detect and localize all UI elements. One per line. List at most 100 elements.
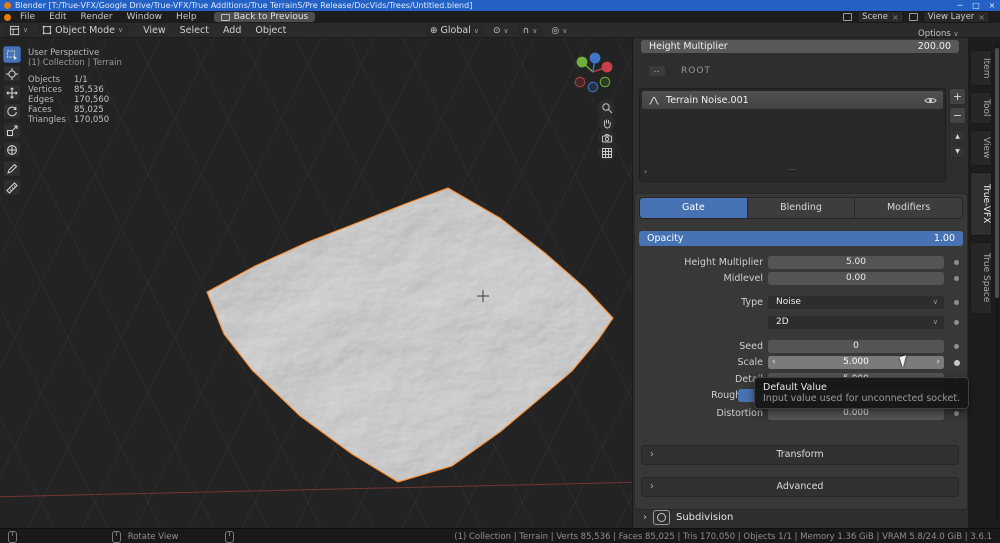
axis-y-ball[interactable] [576,56,588,68]
tab-tool[interactable]: Tool [970,92,992,124]
menu-view[interactable]: View [136,25,173,36]
decorator-dot[interactable] [954,300,959,305]
move-layer-up-button[interactable]: ▲ [949,130,966,143]
stat-faces: Faces 85,025 [28,105,104,115]
decorator-dot[interactable] [954,276,959,281]
scrollbar-thumb[interactable] [995,48,999,298]
tooltip-body: Input value used for unconnected socket. [763,393,961,404]
breadcrumb-back-button[interactable]: ‥ [649,66,665,76]
seed-field[interactable]: 0 [768,340,944,353]
height-multiplier-top-slider[interactable]: Height Multiplier 200.00 [641,40,959,53]
viewport-header: ∨ Object Mode ∨ View Select Add Object ⊕… [0,23,1000,38]
section-advanced[interactable]: › Advanced [641,477,959,497]
dimension-dropdown[interactable]: 2D ∨ [768,316,944,329]
editor-type-selector[interactable]: ∨ [4,23,34,37]
midlevel-field[interactable]: 0.00 [768,272,944,285]
blender-menu-icon[interactable] [4,13,11,21]
menu-help[interactable]: Help [169,11,204,23]
add-layer-button[interactable]: + [949,88,966,105]
tab-item[interactable]: Item [970,50,992,86]
close-button[interactable]: × [984,0,1000,11]
orientation-selector[interactable]: ⊕ Global ∨ [425,24,484,37]
section-transform[interactable]: › Transform [641,445,959,465]
viewport-3d[interactable]: User Perspective (1) Collection | Terrai… [0,38,648,528]
tool-cursor[interactable] [3,65,21,82]
chevron-down-icon: ∨ [503,26,509,35]
dimension-value: 2D [776,317,789,327]
eye-icon[interactable] [924,96,937,105]
mouse-icon [225,531,234,543]
maximize-button[interactable]: □ [968,0,984,11]
pivot-point-selector[interactable]: ⊙ ∨ [488,24,514,37]
tab-view[interactable]: View [970,130,992,166]
tab-blending[interactable]: Blending [747,198,856,218]
mouse-left-hint [8,531,17,543]
section-subdivision[interactable]: › Subdivision [643,510,733,525]
menu-render[interactable]: Render [74,11,120,23]
back-to-previous-button[interactable]: Back to Previous [213,12,316,22]
list-expand-arrow[interactable]: › [644,167,647,176]
transform-section-label: Transform [776,449,824,460]
remove-layer-button[interactable]: − [949,107,966,124]
tab-modifiers[interactable]: Modifiers [855,198,962,218]
menu-add[interactable]: Add [216,25,248,36]
options-dropdown[interactable]: Options ∨ [918,29,959,39]
tool-scale[interactable] [3,122,21,139]
axis-x-ball[interactable] [601,61,613,73]
tool-move[interactable] [3,84,21,101]
navigation-gizmo[interactable] [560,50,624,106]
menu-window[interactable]: Window [120,11,170,23]
decorator-dot[interactable] [954,320,959,325]
mode-selector[interactable]: Object Mode ∨ [37,23,129,37]
tab-true-vfx[interactable]: True-VFX [970,172,992,236]
tool-rotate[interactable] [3,103,21,120]
decorator-dot[interactable] [954,344,959,349]
tab-true-space[interactable]: True Space [970,242,992,314]
perspective-toggle-button[interactable] [598,144,615,161]
axis-z-ball[interactable] [589,52,601,64]
scene-name: Scene [862,12,889,22]
menu-edit[interactable]: Edit [42,11,73,23]
minimize-button[interactable]: ─ [952,0,968,11]
menu-file[interactable]: File [13,11,42,23]
layer-row-terrain-noise[interactable]: Terrain Noise.001 [642,91,943,109]
decorator-dot[interactable] [954,411,959,416]
type-dropdown[interactable]: Noise ∨ [768,296,944,309]
panel-scrollbar[interactable] [995,42,999,522]
tool-select-box[interactable] [3,46,21,63]
detail-label: Detail [735,374,763,385]
menu-object[interactable]: Object [248,25,293,36]
scale-field[interactable]: ‹ 5.000 › [768,356,944,369]
chevron-right-icon: › [643,512,647,523]
decorator-dot[interactable] [954,260,959,265]
view-layer-icon [908,13,918,21]
type-label: Type [741,297,763,308]
titlebar: Blender [T:/True-VFX/Google Drive/True-V… [0,0,1000,11]
tool-annotate[interactable] [3,160,21,177]
menu-select[interactable]: Select [173,25,216,36]
opacity-slider[interactable]: Opacity 1.00 [639,231,963,246]
axis-y-neg-ball[interactable] [599,76,611,88]
stat-objects: Objects 1/1 [28,75,88,85]
axis-z-neg-ball[interactable] [587,81,599,93]
scene-selector[interactable]: Scene × [857,11,904,23]
axis-x-neg-ball[interactable] [574,76,586,88]
increment-arrow-icon[interactable]: › [936,356,940,369]
view-layer-unlink-icon[interactable]: × [978,13,985,22]
snap-toggle[interactable]: ∩ ∨ [517,24,543,37]
terrain-layer-list[interactable]: Terrain Noise.001 › ⋯ [639,88,946,182]
scene-icon [843,13,853,21]
decorator-dot[interactable] [954,360,960,366]
tab-gate[interactable]: Gate [640,198,748,218]
view-layer-selector[interactable]: View Layer × [922,11,990,23]
height-multiplier-field[interactable]: 5.00 [768,256,944,269]
proportional-editing-toggle[interactable]: ◎ ∨ [546,24,572,37]
mode-label: Object Mode [55,24,115,36]
decrement-arrow-icon[interactable]: ‹ [772,356,776,369]
tool-measure[interactable] [3,179,21,196]
tool-transform[interactable] [3,141,21,158]
move-layer-down-button[interactable]: ▼ [949,145,966,158]
list-resize-grip[interactable]: ⋯ [788,165,796,174]
chevron-down-icon: ∨ [23,26,29,34]
scene-unlink-icon[interactable]: × [892,13,899,22]
